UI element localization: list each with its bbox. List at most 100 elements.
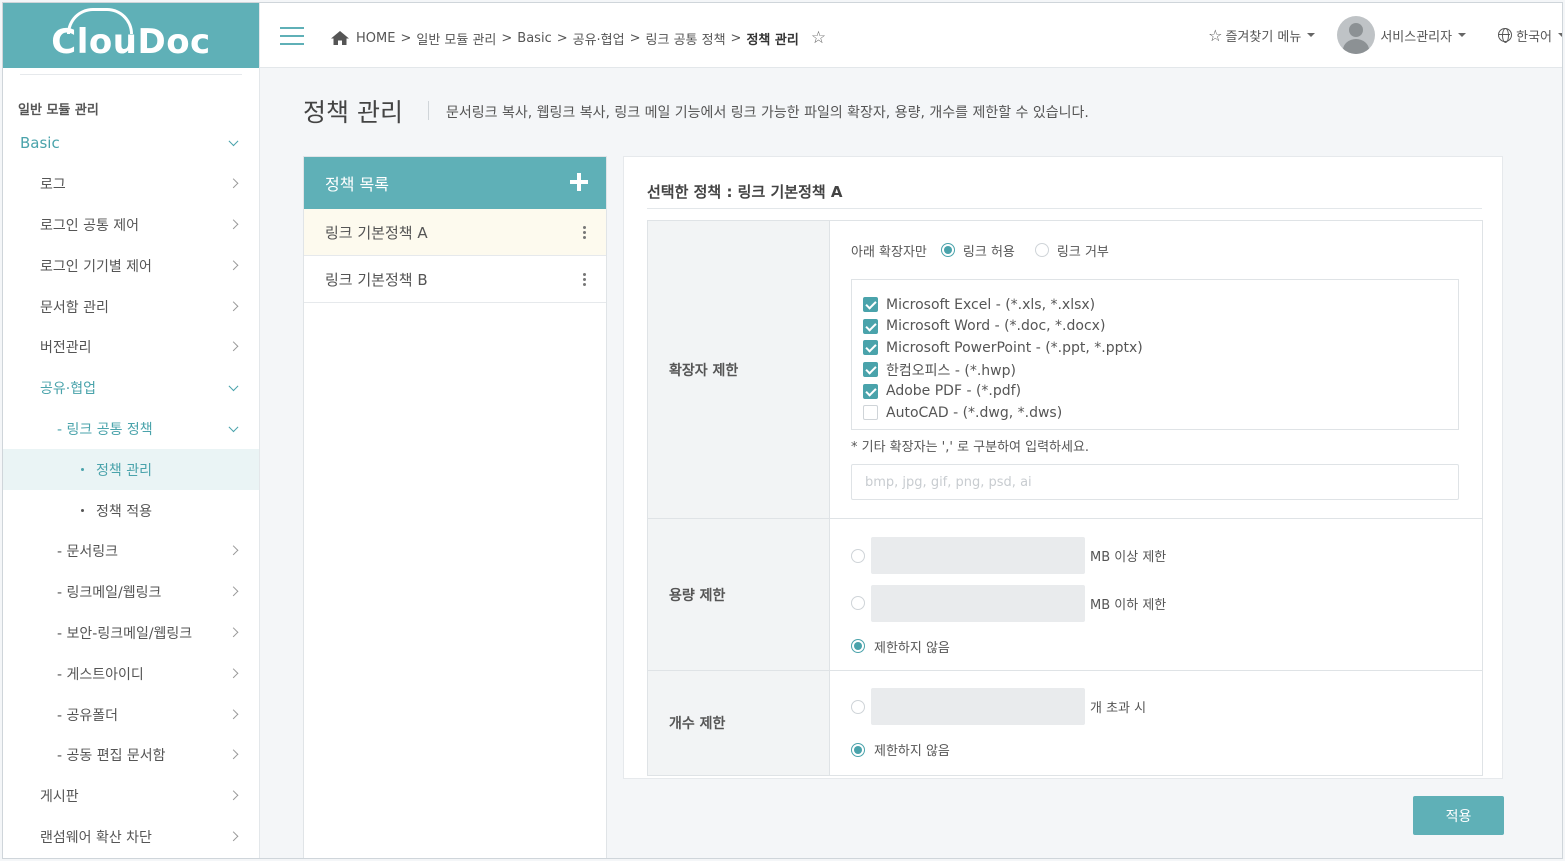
size-max-input[interactable] [871,584,1085,622]
extension-checkbox[interactable] [863,362,878,378]
policy-item-name: 링크 기본정책 A [325,223,428,242]
sidebar-item[interactable]: 게시판 [3,776,259,817]
sidebar-item[interactable]: - 공동 편집 문서함 [3,735,259,776]
allow-radio-option[interactable]: 링크 허용 [940,241,1015,260]
other-extensions-input[interactable] [851,464,1459,500]
count-over-input[interactable] [871,688,1085,726]
sidebar-item[interactable]: 버전관리 [3,327,259,368]
caret-down-icon [1307,33,1316,37]
extension-option[interactable]: Microsoft Excel - (*.xls, *.xlsx) [863,294,1458,316]
count-none-radio[interactable] [851,742,865,757]
breadcrumb-home[interactable]: HOME [356,31,395,46]
size-max-option: MB 이하 제한 [851,580,1482,628]
sidebar-item[interactable]: - 링크 공통 정책 [3,409,259,450]
policy-item[interactable]: 링크 기본정책 A [304,209,606,256]
breadcrumb-general-module[interactable]: 일반 모듈 관리 [416,29,496,48]
home-icon[interactable] [330,30,350,46]
user-menu[interactable]: 서비스관리자 [1337,16,1467,54]
page-title: 정책 관리 [303,98,403,127]
chevron-right-icon [228,219,239,230]
extension-option[interactable]: Microsoft PowerPoint - (*.ppt, *.pptx) [863,337,1458,359]
deny-label: 링크 거부 [1056,244,1109,260]
extension-row: 확장자 제한 아래 확장자만 링크 허용 링크 거부 Microsoft Exc… [648,221,1482,519]
extension-checkbox[interactable] [863,405,878,421]
sidebar-item[interactable]: - 공유폴더 [3,694,259,735]
sidebar-item[interactable]: 로그인 공통 제어 [3,205,259,246]
chevron-right-icon [228,831,239,842]
extension-checkbox[interactable] [863,297,878,313]
sidebar-item-label: 공유·협업 [40,381,96,398]
sidebar-item[interactable]: 정책 적용 [3,490,259,531]
bookmark-star-icon[interactable]: ☆ [811,28,826,48]
size-max-radio[interactable] [851,596,865,611]
sidebar-item[interactable]: - 게스트아이디 [3,653,259,694]
extension-option-label: Adobe PDF - (*.pdf) [886,383,1022,400]
chevron-right-icon [228,749,239,760]
count-label: 개수 제한 [648,671,830,775]
deny-radio-option[interactable]: 링크 거부 [1034,241,1109,260]
breadcrumb-separator: > [556,30,568,46]
chevron-right-icon [228,260,239,271]
favorites-menu[interactable]: ☆ 즐겨찾기 메뉴 [1208,25,1316,45]
title-divider [428,101,429,120]
sidebar-item[interactable]: 랜섬웨어 확산 차단 [3,817,259,858]
logo-text: ClouDoc [51,21,211,62]
extension-option[interactable]: AutoCAD - (*.dwg, *.dws) [863,402,1458,424]
policy-item[interactable]: 링크 기본정책 B [304,256,606,303]
extension-option-label: 한컴오피스 - (*.hwp) [886,362,1016,379]
sidebar-item[interactable]: 공유·협업 [3,368,259,409]
sidebar-item-label: 문서함 관리 [40,299,109,316]
breadcrumb-separator: > [400,30,412,46]
size-label: 용량 제한 [648,519,830,670]
menu-toggle-icon[interactable] [280,27,304,45]
count-over-suffix: 개 초과 시 [1090,701,1147,717]
count-over-radio[interactable] [851,699,865,714]
more-options-icon[interactable] [583,273,586,286]
chevron-down-icon [228,422,239,433]
selected-policy-title: 선택한 정책 : 링크 기본정책 A [647,183,843,201]
sidebar-item-label: 로그 [40,177,66,194]
sidebar-item[interactable]: 로그 [3,164,259,205]
size-none-radio[interactable] [851,639,865,653]
logo[interactable]: ClouDoc [3,3,259,68]
breadcrumb-share[interactable]: 공유·협업 [573,29,625,48]
extension-option[interactable]: Microsoft Word - (*.doc, *.docx) [863,316,1458,338]
policy-detail-panel: 선택한 정책 : 링크 기본정책 A 확장자 제한 아래 확장자만 링크 허용 [623,156,1503,779]
size-min-radio[interactable] [851,548,865,563]
sidebar-item[interactable]: - 문서링크 [3,531,259,572]
deny-radio[interactable] [1034,243,1049,257]
sidebar-item-label: - 링크 공통 정책 [57,421,153,438]
sidebar-item[interactable]: 정책 관리 [3,449,259,491]
count-none-option[interactable]: 제한하지 않음 [851,731,1482,769]
chevron-right-icon [228,178,239,189]
sidebar-item[interactable]: Basic [3,123,259,164]
extension-label: 확장자 제한 [648,221,830,518]
size-min-input[interactable] [871,537,1085,575]
sidebar-item[interactable]: - 링크메일/웹링크 [3,572,259,613]
apply-button[interactable]: 적용 [1413,796,1504,835]
sidebar-item-label: 랜섬웨어 확산 차단 [40,829,152,846]
breadcrumb-basic[interactable]: Basic [517,31,551,46]
extension-checkbox[interactable] [863,318,878,334]
sidebar-item[interactable]: 로그인 기기별 제어 [3,245,259,286]
count-body: 개 초과 시 제한하지 않음 [830,671,1482,775]
extension-option[interactable]: 한컴오피스 - (*.hwp) [863,359,1458,381]
sidebar-item[interactable]: 문서함 관리 [3,286,259,327]
breadcrumb-current: 정책 관리 [746,32,799,48]
topbar: HOME > 일반 모듈 관리 > Basic > 공유·협업 > 링크 공통 … [260,3,1562,68]
add-policy-icon[interactable] [570,173,588,191]
favorites-star-icon: ☆ [1208,25,1223,45]
chevron-right-icon [228,545,239,556]
more-options-icon[interactable] [583,226,586,239]
breadcrumb-link-policy[interactable]: 링크 공통 정책 [646,29,726,48]
extension-checkbox[interactable] [863,383,878,399]
favorites-label: 즐겨찾기 메뉴 [1225,29,1302,45]
extension-checkbox[interactable] [863,340,878,356]
allow-radio[interactable] [940,243,955,257]
extension-option-label: Microsoft PowerPoint - (*.ppt, *.pptx) [886,339,1143,356]
language-menu[interactable]: 한국어 [1498,26,1562,45]
sidebar-item[interactable]: - 보안-링크메일/웹링크 [3,613,259,654]
size-none-option[interactable]: 제한하지 않음 [851,627,1482,665]
extension-option-label: Microsoft Excel - (*.xls, *.xlsx) [886,296,1096,313]
extension-option[interactable]: Adobe PDF - (*.pdf) [863,380,1458,402]
